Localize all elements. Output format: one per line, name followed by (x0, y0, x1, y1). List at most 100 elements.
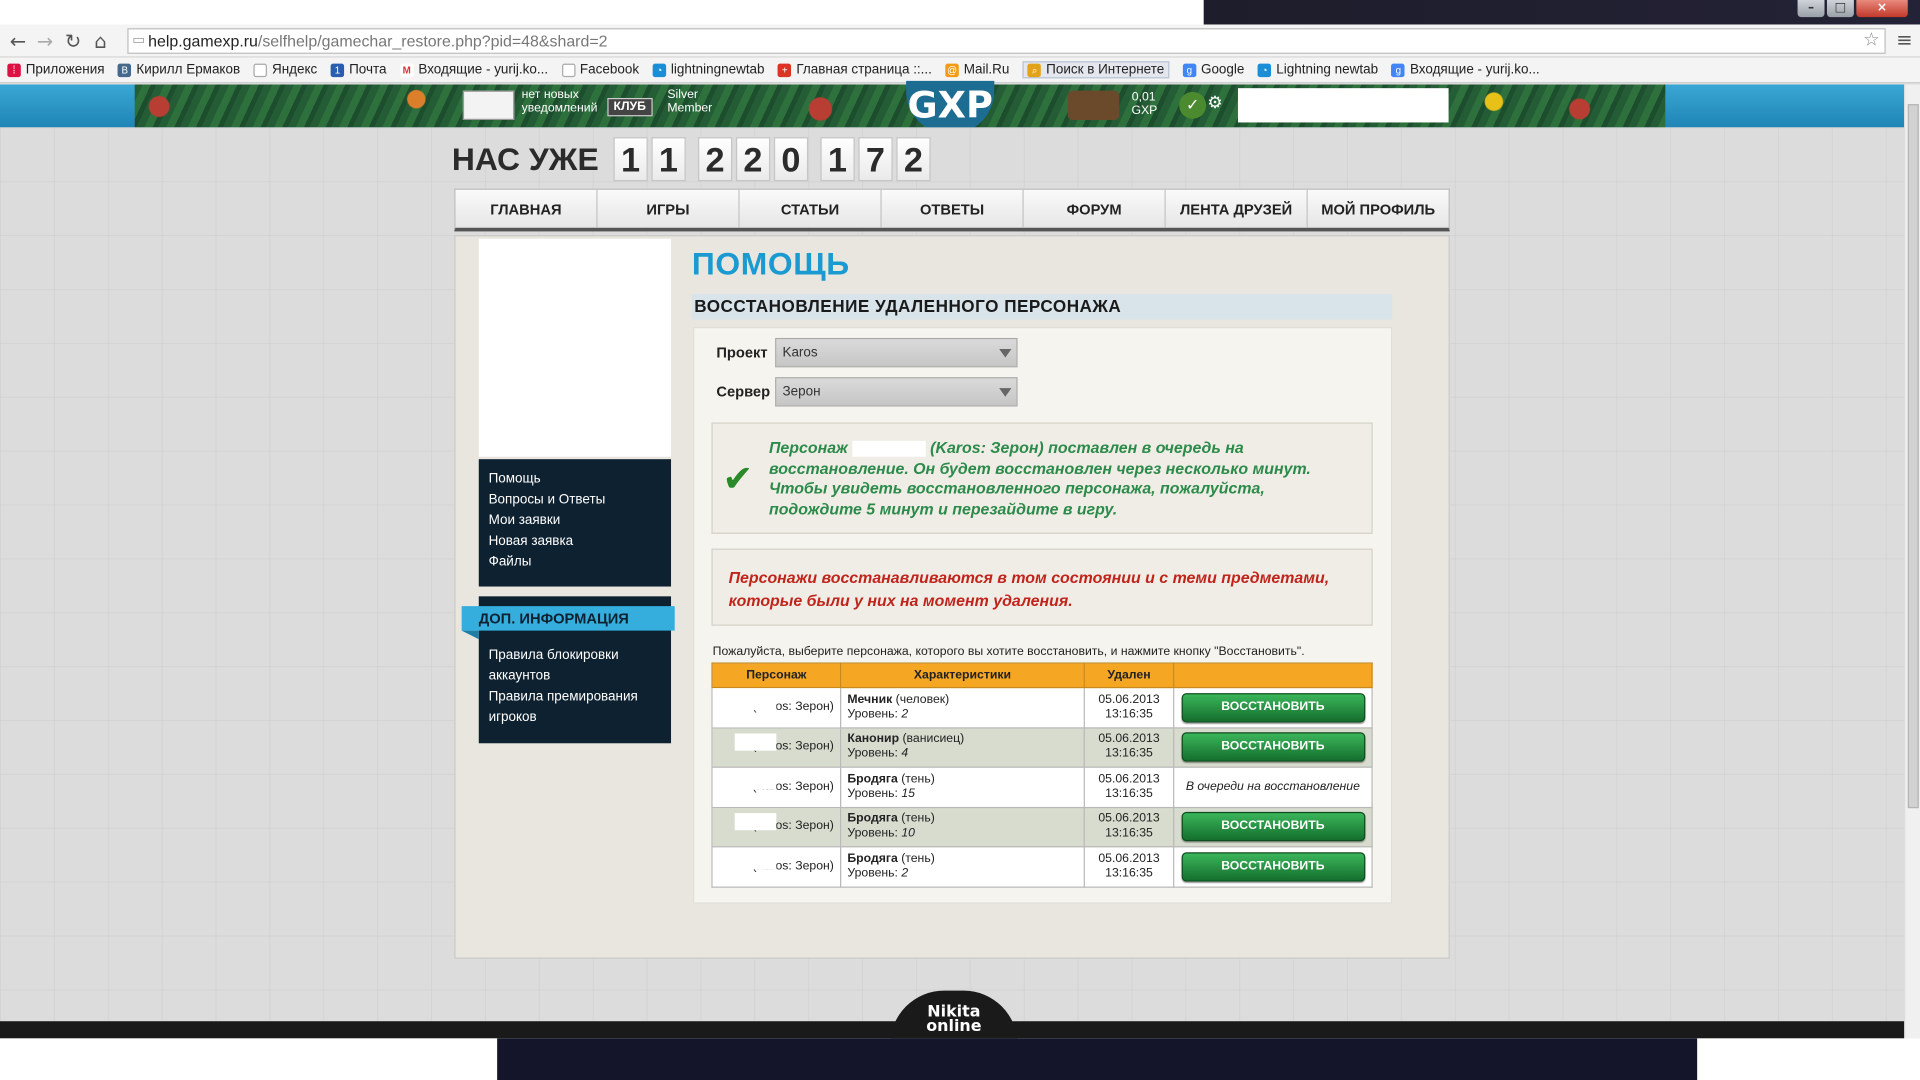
nav-games[interactable]: ИГРЫ (598, 189, 740, 228)
gear-icon[interactable]: ⚙ (1207, 93, 1222, 110)
balance-value: 0,01 GXP (1131, 90, 1158, 118)
column-header: Удален (1083, 662, 1175, 689)
forward-icon[interactable]: → (37, 29, 53, 52)
bookmark-item[interactable]: g Google (1182, 62, 1244, 77)
wallet-icon[interactable] (1067, 90, 1120, 121)
google-icon: g (1182, 63, 1197, 77)
bookmark-item[interactable]: Яндекс (253, 62, 317, 77)
restore-button[interactable]: ВОССТАНОВИТЬ (1181, 732, 1365, 762)
reload-icon[interactable]: ↻ (65, 29, 81, 52)
address-bar: ← → ↻ ⌂ ▭ help.gamexp.ru/selfhelp/gamech… (0, 24, 1920, 58)
taskbar (0, 1038, 1920, 1080)
counter-digit: 2 (735, 137, 771, 182)
nav-articles[interactable]: СТАТЬИ (740, 189, 882, 228)
server-select[interactable]: Зерон (775, 377, 1018, 407)
nav-friends-feed[interactable]: ЛЕНТА ДРУЗЕЙ (1166, 189, 1308, 228)
redacted-name (734, 772, 777, 790)
nav-home[interactable]: ГЛАВНАЯ (456, 189, 598, 228)
mailru-icon: @ (945, 63, 959, 77)
project-select[interactable]: Karos (775, 337, 1018, 368)
section-title: ВОССТАНОВЛЕНИЕ УДАЛЕННОГО ПЕРСОНАЖА (691, 293, 1393, 320)
counter-digit: 0 (773, 137, 809, 182)
user-counter: НАС УЖЕ 1 1 2 2 0 1 7 2 (451, 137, 934, 182)
success-message: Персонаж (Karos: Зерон) поставлен в очер… (768, 438, 1311, 518)
maximize-icon[interactable]: □ (1826, 0, 1854, 18)
restore-button[interactable]: ВОССТАНОВИТЬ (1181, 692, 1365, 723)
sidebar-item-help[interactable]: Помощь (489, 469, 671, 490)
table-row: (Karos: Зерон) Бродяга (тень) Уровень: 10 0… (711, 806, 1373, 848)
column-header: Характеристики (840, 662, 1085, 689)
taskbar-dark-area (497, 1038, 1698, 1080)
menu-icon[interactable]: ≡ (1896, 28, 1912, 51)
counter-digit: 2 (697, 137, 733, 182)
minimize-icon[interactable]: – (1797, 0, 1825, 18)
project-label: Проект (716, 344, 768, 362)
club-badge[interactable]: КЛУБ (607, 97, 653, 117)
restore-button[interactable]: ВОССТАНОВИТЬ (1181, 812, 1365, 842)
sidebar-item-my-requests[interactable]: Мои заявки (489, 511, 671, 532)
google-icon: g (1391, 63, 1406, 77)
chevron-down-icon (999, 348, 1012, 358)
action-cell: В очереди на восстановление (1173, 766, 1373, 808)
sidebar-item-files[interactable]: Файлы (489, 552, 671, 573)
bookmark-item[interactable]: + Главная страница ::... (778, 62, 932, 77)
redacted-name (734, 812, 777, 830)
character-stats: Канонир (ванисиец) Уровень: 4 (840, 726, 1085, 768)
mail-icon: 1 (330, 63, 345, 77)
counter-digit: 7 (858, 137, 893, 182)
url-host: help.gamexp.ru (148, 31, 258, 51)
counter-label: НАС УЖЕ (451, 140, 599, 177)
action-cell: ВОССТАНОВИТЬ (1173, 846, 1373, 888)
close-icon[interactable]: × (1856, 0, 1908, 18)
bookmark-item[interactable]: ⁞ Приложения (7, 62, 105, 77)
bookmark-item[interactable]: @ Mail.Ru (945, 62, 1009, 77)
scrollbar-thumb[interactable] (1907, 104, 1919, 809)
membership-text: Silver Member (667, 88, 713, 116)
nav-answers[interactable]: ОТВЕТЫ (882, 189, 1024, 228)
sidebar-banner (478, 238, 672, 457)
url-input[interactable]: ▭ help.gamexp.ru/selfhelp/gamechar_resto… (127, 28, 1886, 54)
bookmark-item[interactable]: g Входящие - yurij.ko... (1391, 62, 1540, 77)
window-controls: – □ × (1797, 0, 1908, 18)
bookmark-item[interactable]: ⌕ Поиск в Интернете (1022, 61, 1170, 79)
characters-table: Персонаж Характеристики Удален (Karos: З… (711, 662, 1373, 888)
redacted-name (734, 852, 777, 870)
link-reward-rules[interactable]: Правила премирования игроков (489, 687, 667, 729)
nav-forum[interactable]: ФОРУМ (1024, 189, 1166, 228)
lightning-icon: ◔ (1257, 63, 1272, 77)
table-row: (Karos: Зерон) Бродяга (тень) Уровень: 2 05… (711, 846, 1373, 888)
bookmark-item[interactable]: M Входящие - yurij.ko... (399, 62, 548, 77)
bookmark-star-icon[interactable]: ☆ (1863, 28, 1879, 51)
url-path: /selfhelp/gamechar_restore.php?pid=48&sh… (257, 31, 608, 51)
deleted-date: 05.06.2013 13:16:35 (1083, 726, 1175, 768)
restore-button[interactable]: ВОССТАНОВИТЬ (1181, 851, 1365, 882)
table-row: (Karos: Зерон) Мечник (человек) Уровень: 2… (711, 686, 1373, 728)
page-icon: + (778, 63, 792, 77)
counter-digit: 1 (820, 137, 855, 182)
bookmark-item[interactable]: ◔ Lightning newtab (1257, 62, 1378, 77)
deleted-date: 05.06.2013 13:16:35 (1083, 766, 1175, 808)
link-ban-rules[interactable]: Правила блокировки аккаунтов (489, 645, 667, 687)
counter-digit: 1 (613, 137, 648, 182)
home-icon[interactable]: ⌂ (94, 29, 106, 52)
bookmark-item[interactable]: Facebook (561, 62, 639, 77)
window-titlebar: – □ × (0, 0, 1920, 25)
bookmark-item[interactable]: 1 Почта (330, 62, 387, 77)
column-header (1173, 662, 1373, 689)
lightning-icon: ◔ (652, 63, 667, 77)
sidebar-item-faq[interactable]: Вопросы и Ответы (489, 490, 671, 511)
scrollbar[interactable] (1904, 84, 1920, 1039)
page-icon (253, 63, 268, 77)
back-icon[interactable]: ← (10, 29, 26, 52)
nav-my-profile[interactable]: МОЙ ПРОФИЛЬ (1308, 190, 1449, 228)
bookmarks-bar: ⁞ Приложения B Кирилл Ермаков Яндекс 1 Почт… (0, 57, 1920, 84)
server-label: Сервер (716, 383, 771, 401)
envelope-icon[interactable] (462, 90, 515, 121)
bookmark-item[interactable]: B Кирилл Ермаков (117, 62, 240, 77)
sidebar-item-new-request[interactable]: Новая заявка (489, 531, 671, 552)
shield-icon[interactable]: ✓ (1179, 91, 1207, 119)
notifications-text[interactable]: нет новых уведомлений (522, 88, 603, 115)
bookmark-item[interactable]: ◔ lightningnewtab (652, 62, 765, 77)
character-stats: Бродяга (тень) Уровень: 10 (840, 806, 1085, 848)
user-box[interactable] (1237, 88, 1449, 123)
